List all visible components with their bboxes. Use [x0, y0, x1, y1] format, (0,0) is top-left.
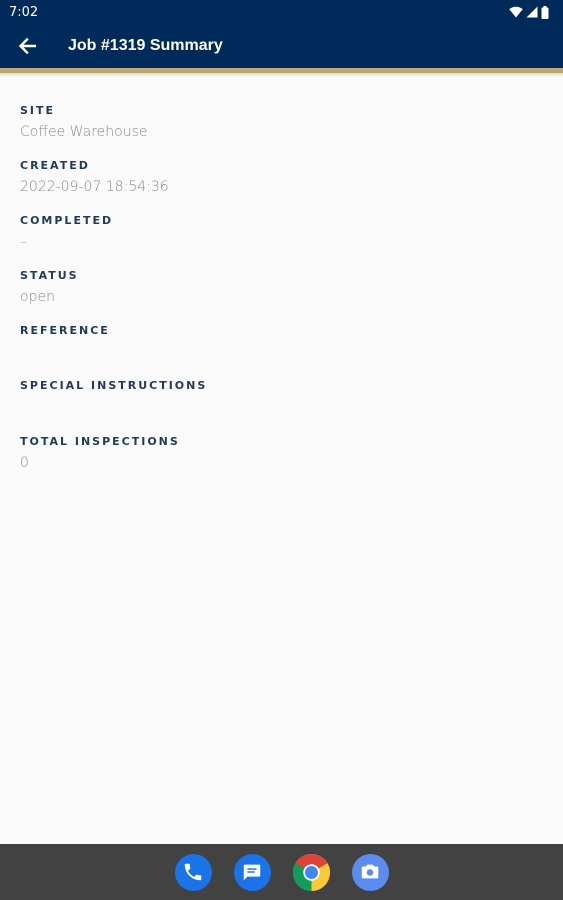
status-icons [509, 5, 549, 19]
total-inspections-value: 0 [20, 455, 29, 471]
created-value: 2022-09-07 18:54:36 [20, 179, 169, 195]
total-inspections-label: TOTAL INSPECTIONS [20, 435, 180, 448]
reference-value [20, 343, 110, 361]
status-field: STATUS open [20, 269, 79, 306]
total-inspections-field: TOTAL INSPECTIONS 0 [20, 435, 180, 472]
phone-icon[interactable] [174, 853, 212, 891]
status-time: 7:02 [9, 4, 39, 20]
app-dock [0, 844, 563, 900]
messages-icon[interactable] [233, 853, 271, 891]
page-title: Job #1319 Summary [68, 37, 223, 54]
created-label: CREATED [20, 159, 90, 172]
status-value: open [20, 289, 55, 305]
created-field: CREATED 2022-09-07 18:54:36 [20, 159, 169, 196]
status-bar: 7:02 [0, 0, 563, 24]
accent-shadow [0, 73, 563, 77]
site-label: SITE [20, 104, 56, 117]
completed-label: COMPLETED [20, 214, 114, 227]
reference-label: REFERENCE [20, 324, 110, 337]
site-value: Coffee Warehouse [20, 124, 148, 140]
arrow-back-icon [18, 37, 36, 55]
status-label: STATUS [20, 269, 79, 282]
battery-icon [541, 5, 549, 19]
site-field: SITE Coffee Warehouse [20, 104, 147, 141]
wifi-icon [509, 6, 523, 18]
signal-icon [526, 6, 538, 18]
special-instructions-field: SPECIAL INSTRUCTIONS [20, 379, 207, 416]
completed-field: COMPLETED – [20, 214, 113, 251]
completed-value: – [20, 234, 27, 250]
reference-field: REFERENCE [20, 324, 110, 361]
special-instructions-value [20, 398, 207, 416]
chrome-icon[interactable] [292, 853, 330, 891]
special-instructions-label: SPECIAL INSTRUCTIONS [20, 379, 208, 392]
back-button[interactable] [0, 24, 52, 68]
camera-icon[interactable] [351, 853, 389, 891]
app-bar: Job #1319 Summary [0, 24, 563, 68]
